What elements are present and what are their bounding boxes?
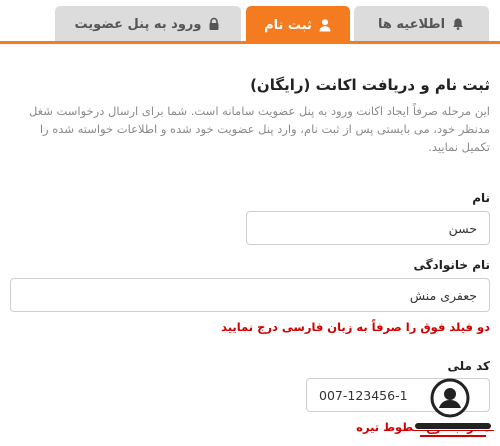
- first-name-field[interactable]: حسن: [246, 211, 490, 245]
- form-title: ثبت نام و دریافت اکانت (رایگان): [250, 76, 490, 94]
- tab-register-label: ثبت نام: [264, 17, 312, 33]
- brand-logo: [414, 378, 494, 437]
- tab-bar: اطلاعیه ها ثبت نام ورود به پنل عضویت: [0, 0, 500, 44]
- national-id-label: کد ملی: [447, 359, 490, 373]
- bell-icon: [453, 18, 464, 30]
- user-icon: [319, 19, 331, 32]
- last-name-label: نام خانوادگی: [413, 258, 490, 272]
- tab-login-label: ورود به پنل عضویت: [74, 16, 202, 32]
- form-description: این مرحله صرفاً ایجاد اکانت ورود به پنل …: [28, 104, 490, 154]
- name-language-note: دو فیلد فوق را صرفاً به زبان فارسی درج ن…: [221, 320, 490, 334]
- registration-page: اطلاعیه ها ثبت نام ورود به پنل عضویت ثبت…: [0, 0, 500, 446]
- lock-icon: [209, 17, 219, 30]
- last-name-field[interactable]: جعفری منش: [10, 278, 490, 312]
- tab-news[interactable]: اطلاعیه ها: [354, 6, 489, 42]
- first-name-label: نام: [472, 191, 490, 205]
- tab-register[interactable]: ثبت نام: [246, 6, 350, 44]
- tab-login[interactable]: ورود به پنل عضویت: [55, 6, 241, 42]
- tab-news-label: اطلاعیه ها: [377, 16, 446, 32]
